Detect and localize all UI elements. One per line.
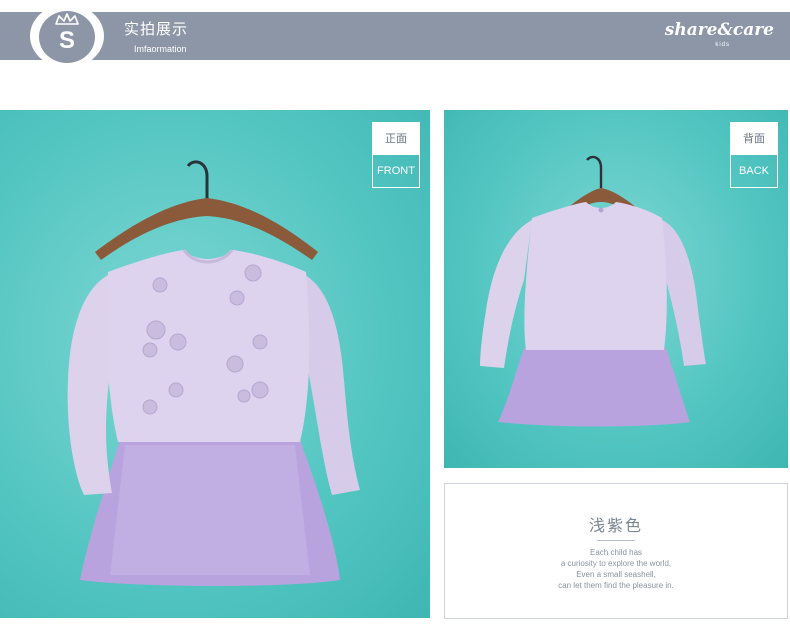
color-name: 浅紫色 [588, 518, 643, 535]
back-tag-cn: 背面 [731, 123, 777, 155]
logo-letter: S [58, 27, 75, 54]
brand-name: share&care [664, 20, 774, 40]
front-tag-cn: 正面 [373, 123, 419, 155]
front-dress-image [67, 160, 360, 586]
back-product-photo: 背面 BACK [444, 110, 788, 468]
front-view-tag: 正面 FRONT [372, 122, 420, 188]
description-line: can let them find the pleasure in. [558, 581, 674, 590]
brand-subtext: kids [715, 42, 730, 48]
front-product-photo: 正面 FRONT [0, 110, 430, 618]
crown-icon [55, 13, 79, 25]
back-view-tag: 背面 BACK [730, 122, 778, 188]
description-line: Each child has [589, 548, 643, 557]
back-tag-en: BACK [739, 165, 769, 177]
color-description-box: 浅紫色 Each child has a curiosity to explor… [444, 483, 788, 619]
section-subtitle: Imfaormation [134, 44, 187, 54]
section-title: 实拍展示 [124, 21, 189, 38]
description-line: Even a small seashell, [576, 570, 656, 579]
front-tag-en: FRONT [377, 165, 415, 177]
description-line: a curiosity to explore the world, [560, 559, 672, 568]
divider [597, 540, 635, 541]
